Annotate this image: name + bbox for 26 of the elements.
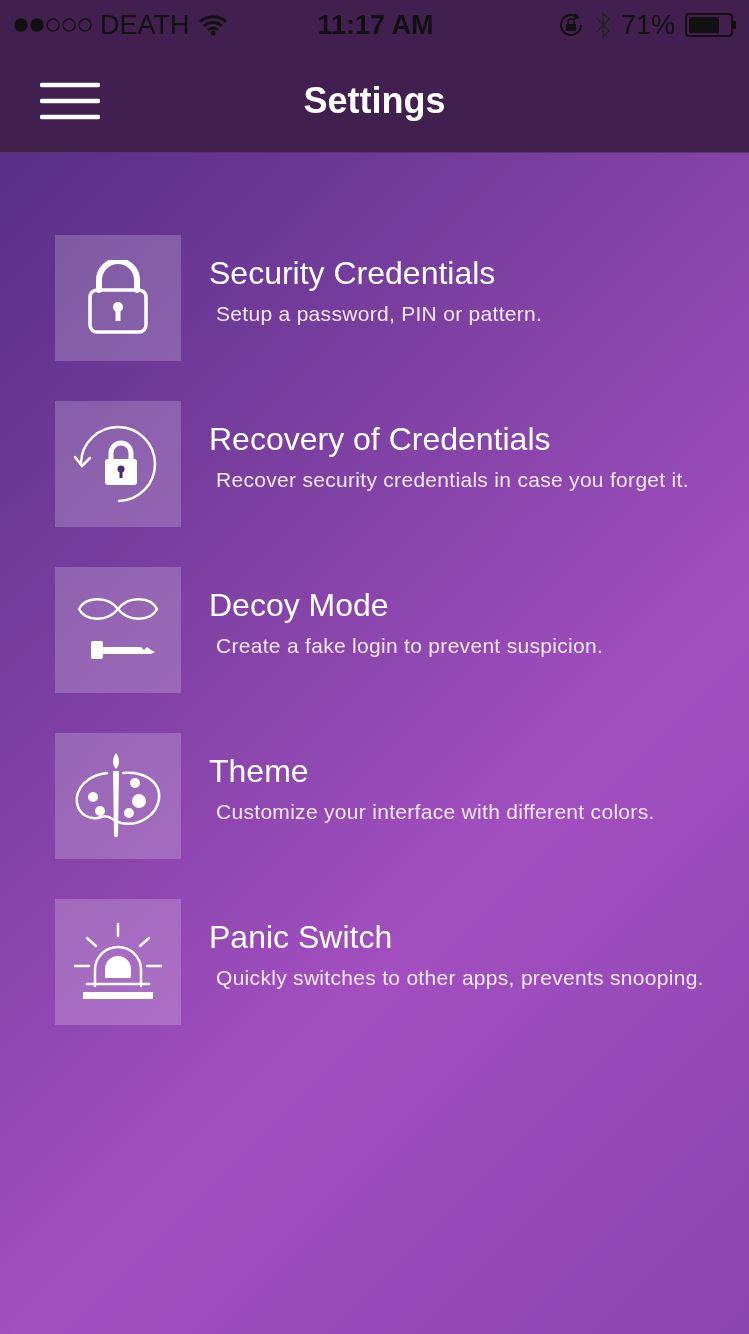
setting-title[interactable]: Panic Switch <box>209 919 704 956</box>
setting-description: Create a fake login to prevent suspicion. <box>215 633 604 659</box>
bluetooth-icon <box>594 10 611 40</box>
setting-title[interactable]: Theme <box>209 753 655 790</box>
battery-percentage: 71% <box>620 9 675 41</box>
icon-tile[interactable] <box>55 567 181 693</box>
status-time: 11:17 AM <box>317 9 434 41</box>
menu-button[interactable] <box>40 82 100 120</box>
padlock-icon <box>87 260 149 336</box>
wifi-icon <box>197 14 228 36</box>
icon-tile[interactable] <box>55 899 181 1025</box>
setting-title[interactable]: Security Credentials <box>209 255 543 292</box>
icon-tile[interactable] <box>55 733 181 859</box>
setting-title[interactable]: Recovery of Credentials <box>209 421 689 458</box>
carrier-name: DEATH <box>100 9 190 41</box>
setting-description: Customize your interface with different colors. <box>215 799 655 825</box>
setting-description: Recover security credentials in case you forget it. <box>215 467 689 493</box>
icon-tile[interactable] <box>55 235 181 361</box>
battery-icon <box>685 13 737 37</box>
setting-title[interactable]: Decoy Mode <box>209 587 604 624</box>
alarm-light-icon <box>73 922 163 1002</box>
setting-description: Quickly switches to other apps, prevents snooping. <box>215 965 704 991</box>
icon-tile[interactable] <box>55 401 181 527</box>
screen-title: Settings <box>303 80 446 122</box>
setting-description: Setup a password, PIN or pattern. <box>215 301 543 327</box>
signal-dots-icon <box>14 18 92 32</box>
